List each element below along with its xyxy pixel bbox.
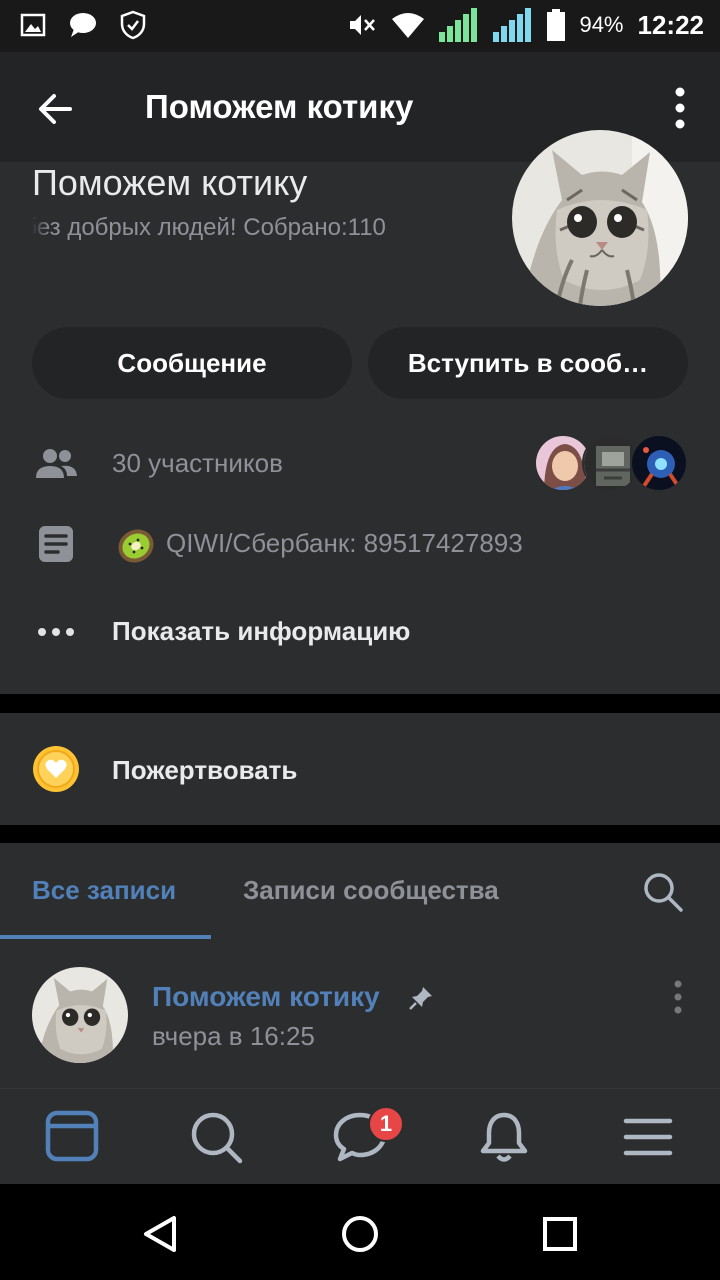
heart-coin-icon	[33, 746, 79, 792]
shield-check-icon	[120, 10, 146, 40]
show-info-row[interactable]: Показать информацию	[0, 602, 720, 662]
show-info-label: Показать информацию	[112, 616, 411, 646]
mute-icon	[350, 15, 376, 35]
search-icon[interactable]	[642, 871, 684, 913]
page-title: Поможем котику	[145, 88, 414, 125]
signal-icon	[493, 8, 532, 42]
group-status: Не без добрых людей! Собрано:110	[32, 214, 480, 242]
pin-icon	[409, 987, 432, 1010]
clock: 12:22	[637, 9, 705, 40]
kiwi-emoji-icon	[118, 529, 154, 563]
join-community-button[interactable]: Вступить в сооб…	[368, 327, 688, 399]
chat-bubble-icon	[70, 13, 96, 37]
notifications-icon[interactable]	[476, 1109, 532, 1165]
more-vertical-icon[interactable]	[666, 86, 694, 130]
back-arrow-icon[interactable]	[30, 82, 84, 136]
tab-all-posts[interactable]: Все записи	[32, 875, 176, 906]
active-tab-indicator	[0, 935, 211, 939]
tab-community-posts[interactable]: Записи сообщества	[243, 875, 499, 906]
donate-row[interactable]: Пожертвовать	[0, 713, 720, 825]
battery-icon	[547, 9, 566, 41]
recents-square-icon[interactable]	[538, 1212, 582, 1256]
group-header: Поможем котику Не без добрых людей! Собр…	[0, 130, 720, 694]
status-bar: 94% 12:22	[0, 0, 720, 52]
home-circle-icon[interactable]	[338, 1212, 382, 1256]
message-button[interactable]: Сообщение	[32, 327, 352, 399]
members-count: 30 участников	[112, 448, 283, 478]
back-triangle-icon[interactable]	[138, 1212, 182, 1256]
more-horizontal-icon	[38, 628, 74, 636]
post-author-avatar[interactable]	[32, 967, 128, 1063]
group-status-text: Не без добрых людей! Собрано:110	[32, 214, 386, 241]
donate-label: Пожертвовать	[112, 755, 298, 785]
system-navigation-bar	[0, 1184, 720, 1280]
post-author-name[interactable]: Поможем котику	[152, 981, 380, 1013]
post-more-icon[interactable]	[672, 979, 684, 1015]
kitten-photo	[512, 130, 688, 306]
member-avatar	[630, 434, 688, 492]
users-icon	[36, 449, 77, 478]
feed-icon[interactable]	[44, 1109, 100, 1165]
signal-icon	[439, 8, 478, 42]
member-avatars[interactable]	[534, 434, 688, 494]
search-icon[interactable]	[188, 1109, 244, 1165]
feed-section: Все записи Записи сообщества Поможем кот…	[0, 843, 720, 1088]
wifi-icon	[392, 13, 425, 38]
description-row: QIWI/Сбербанк: 89517427893	[0, 514, 720, 574]
document-icon	[39, 526, 73, 562]
menu-icon[interactable]	[620, 1109, 676, 1165]
description-text: QIWI/Сбербанк: 89517427893	[166, 528, 523, 558]
group-avatar[interactable]	[512, 130, 688, 306]
members-row[interactable]: 30 участников	[0, 434, 720, 494]
battery-percent: 94%	[579, 12, 624, 37]
image-icon	[20, 13, 46, 37]
kitten-photo	[32, 967, 128, 1063]
post-timestamp: вчера в 16:25	[152, 1021, 315, 1051]
messages-badge: 1	[368, 1106, 404, 1142]
group-name: Поможем котику	[32, 162, 308, 203]
bottom-navigation	[0, 1088, 720, 1184]
